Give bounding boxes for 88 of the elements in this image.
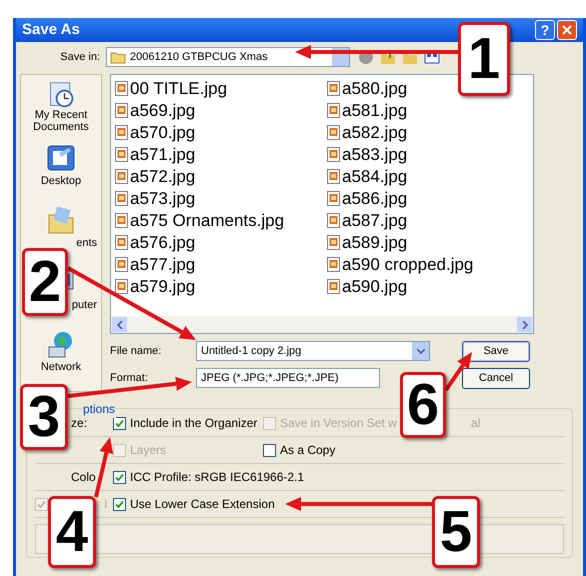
callout-number: 1: [458, 22, 510, 96]
image-file-icon: [327, 168, 340, 184]
file-name-field[interactable]: Untitled-1 copy 2.jpg: [196, 341, 430, 361]
image-file-icon: [327, 190, 340, 206]
checkbox-label: l: [104, 496, 107, 513]
file-name[interactable]: a587.jpg: [342, 212, 408, 228]
cancel-button[interactable]: Cancel: [462, 368, 530, 388]
place-label[interactable]: puter: [72, 299, 99, 311]
file-name[interactable]: a569.jpg: [130, 102, 196, 118]
file-name[interactable]: a581.jpg: [342, 102, 408, 118]
file-name-value: Untitled-1 copy 2.jpg: [201, 344, 302, 359]
image-file-icon: [115, 212, 128, 228]
arrow: [444, 352, 472, 392]
callout-number: 6: [400, 372, 446, 438]
checkbox[interactable]: [113, 470, 126, 484]
image-file-icon: [115, 256, 128, 272]
checkbox-label: Use Lower Case Extension: [130, 496, 275, 513]
folder-icon: [110, 50, 126, 64]
file-name[interactable]: a584.jpg: [342, 168, 408, 184]
file-name[interactable]: a571.jpg: [130, 146, 196, 162]
file-name[interactable]: a579.jpg: [130, 278, 196, 294]
save-button[interactable]: Save: [462, 340, 530, 362]
dropdown-button[interactable]: [412, 342, 429, 360]
save-in-value: 20061210 GTBPCUG Xmas: [130, 50, 269, 65]
image-file-icon: [115, 146, 128, 162]
chevron-down-icon: [416, 348, 424, 354]
image-file-icon: [327, 80, 340, 96]
place-label[interactable]: My Recent Documents: [23, 109, 99, 133]
file-name[interactable]: a573.jpg: [130, 190, 196, 206]
image-file-icon: [327, 124, 340, 140]
file-name[interactable]: a577.jpg: [130, 256, 196, 272]
file-name[interactable]: a576.jpg: [130, 234, 196, 250]
file-name[interactable]: a586.jpg: [342, 190, 408, 206]
file-name[interactable]: a590 cropped.jpg: [342, 256, 474, 272]
callout-number: 4: [48, 496, 96, 568]
place-label[interactable]: ents: [76, 237, 99, 249]
close-button[interactable]: [557, 20, 577, 40]
image-file-icon: [115, 190, 128, 206]
callout-number: 3: [20, 384, 68, 450]
file-name[interactable]: 00 TITLE.jpg: [130, 80, 228, 96]
image-file-icon: [115, 168, 128, 184]
image-file-icon: [327, 146, 340, 162]
help-button[interactable]: ?: [535, 20, 555, 40]
file-name[interactable]: a590.jpg: [342, 278, 408, 294]
file-name[interactable]: a572.jpg: [130, 168, 196, 184]
save-in-dropdown[interactable]: 20061210 GTBPCUG Xmas: [106, 47, 350, 67]
file-name[interactable]: a583.jpg: [342, 146, 408, 162]
image-file-icon: [327, 256, 340, 272]
image-file-icon: [327, 102, 340, 118]
checkbox[interactable]: [113, 416, 126, 430]
image-file-icon: [327, 234, 340, 250]
checkbox[interactable]: [113, 498, 126, 510]
row-label: ze:: [71, 416, 88, 430]
scroll-right-button[interactable]: [517, 317, 532, 332]
callout-number: 5: [432, 496, 480, 568]
place-label[interactable]: Desktop: [40, 175, 82, 187]
callout-number: 2: [22, 248, 68, 316]
checkbox-label: As a Copy: [280, 442, 336, 459]
place-label[interactable]: Network: [40, 361, 82, 373]
file-name[interactable]: a582.jpg: [342, 124, 408, 140]
arrow: [94, 437, 114, 498]
image-file-icon: [115, 80, 128, 96]
file-name[interactable]: a570.jpg: [130, 124, 196, 140]
row-label: Colo: [71, 470, 96, 484]
file-name[interactable]: a575 Ornaments.jpg: [130, 212, 284, 228]
format-label: Format:: [110, 370, 149, 386]
image-file-icon: [115, 234, 128, 250]
image-file-icon: [115, 102, 128, 118]
horizontal-scrollbar[interactable]: [111, 316, 533, 333]
checkbox-label: Include in the Organizer: [130, 415, 258, 432]
file-name[interactable]: a580.jpg: [342, 80, 408, 96]
file-name[interactable]: a589.jpg: [342, 234, 408, 250]
checkbox-label: ICC Profile: sRGB IEC61966-2.1: [130, 469, 304, 486]
image-file-icon: [327, 212, 340, 228]
checkbox[interactable]: [263, 444, 276, 456]
format-dropdown[interactable]: JPEG (*.JPG;*.JPEG;*.JPE): [196, 368, 380, 388]
format-value: JPEG (*.JPG;*.JPEG;*.JPE): [201, 370, 339, 386]
checkbox-label: al: [471, 415, 480, 432]
window-title: Save As: [22, 20, 81, 40]
scroll-left-button[interactable]: [112, 317, 127, 332]
checkbox-label: Save in Version Set w: [280, 415, 397, 432]
checkbox-label: Layers: [130, 442, 166, 459]
save-in-label: Save in:: [59, 50, 101, 65]
close-icon: [562, 25, 572, 35]
image-file-icon: [115, 278, 128, 294]
file-name-label: File name:: [110, 344, 162, 359]
image-file-icon: [327, 278, 340, 294]
image-file-icon: [115, 124, 128, 140]
